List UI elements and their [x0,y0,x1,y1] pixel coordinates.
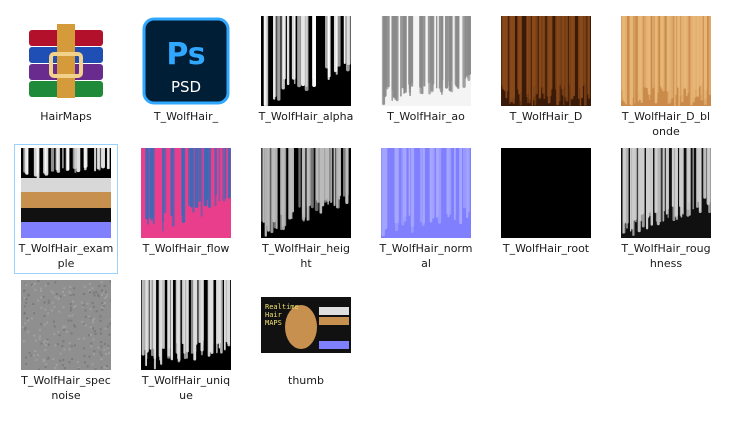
file-item[interactable]: T_WolfHair_specnoise [14,276,118,406]
winrar-icon [29,23,103,98]
file-name-line: hness [649,257,683,270]
band-root [21,207,111,222]
file-name-line: T_WolfHair_D_bl [621,110,711,123]
file-name-line: T_WolfHair_uniq [141,374,231,387]
file-item[interactable]: T_WolfHair_flow [134,144,238,259]
thumbnail-image [381,147,471,238]
file-name-line: noise [51,389,81,402]
file-name-line: ple [57,257,75,270]
file-name-line: ht [300,257,312,270]
file-thumbnail[interactable]: Realtime Hair MAPS [255,277,357,372]
thumbnail-image [381,15,471,106]
file-item[interactable]: T_WolfHair_alpha [254,12,358,127]
file-thumbnail[interactable] [15,277,117,372]
psd-subtext: PSD [171,78,201,96]
file-name-label: T_WolfHair_flow [135,241,237,256]
file-name-label: T_WolfHair_ [135,109,237,124]
photoshop-icon: Ps PSD [142,17,230,104]
file-name-label: T_WolfHair_normal [375,241,477,271]
thumbnail-image [141,147,231,238]
file-thumbnail[interactable] [495,13,597,108]
file-name-label: T_WolfHair_ao [375,109,477,124]
file-name-line: onde [652,125,680,138]
file-name-line: T_WolfHair_ [153,110,219,123]
ps-badge-text: Ps [166,37,205,72]
file-thumbnail[interactable] [255,145,357,240]
file-item[interactable]: T_WolfHair_normal [374,144,478,274]
thumbnail-image [261,147,351,238]
band-normal [21,221,111,238]
thumbnail-background [381,147,471,238]
file-name-label: T_WolfHair_example [15,241,117,271]
file-name-line: T_WolfHair_heig [262,242,350,255]
map-swatch [319,306,349,315]
file-thumbnail[interactable] [615,145,717,240]
file-thumbnail[interactable] [255,13,357,108]
file-name-line: al [421,257,431,270]
band-diffuse [21,191,111,208]
file-name-label: T_WolfHair_roughness [615,241,717,271]
band-ao [21,177,111,192]
thumbnail-image [501,147,591,238]
thumbnail-image [621,15,711,106]
file-name-label: T_WolfHair_height [255,241,357,271]
file-name-label: T_WolfHair_D_blonde [615,109,717,139]
thumb-caption: Realtime [265,303,299,311]
strap [57,23,75,98]
file-name-line: T_WolfHair_alpha [258,110,354,123]
file-item[interactable]: T_WolfHair_roughness [614,144,718,274]
file-thumbnail[interactable] [375,13,477,108]
file-thumbnail[interactable] [615,13,717,108]
file-name-line: ue [179,389,193,402]
file-grid: HairMaps Ps PSD T_WolfHair_ T_WolfHair_alpha… [0,0,745,425]
file-item[interactable]: T_WolfHair_example [14,144,118,274]
file-thumbnail[interactable] [495,145,597,240]
thumbnail-image [141,279,231,370]
thumbnail-image [261,15,351,106]
file-thumbnail[interactable] [15,145,117,240]
file-name-line: T_WolfHair_roug [621,242,711,255]
hair-preview [285,304,317,349]
map-swatch [319,316,349,325]
file-name-line: thumb [288,374,324,387]
thumbnail-image [21,279,111,370]
file-thumbnail[interactable] [135,277,237,372]
file-name-line: T_WolfHair_root [502,242,590,255]
file-item[interactable]: Realtime Hair MAPS thumb [254,276,358,391]
file-name-line: T_WolfHair_D [509,110,583,123]
file-name-label: thumb [255,373,357,388]
file-thumbnail[interactable] [135,145,237,240]
file-name-label: T_WolfHair_unique [135,373,237,403]
file-thumbnail[interactable] [375,145,477,240]
thumb-caption: MAPS [265,319,282,327]
file-item[interactable]: T_WolfHair_D [494,12,598,127]
map-swatch [319,340,349,349]
file-name-line: T_WolfHair_norm [379,242,473,255]
file-item[interactable]: Ps PSD T_WolfHair_ [134,12,238,127]
file-thumbnail[interactable] [15,13,117,108]
file-name-line: T_WolfHair_exam [18,242,114,255]
thumbnail-image [621,147,711,238]
thumbnail-image [501,15,591,106]
file-name-label: T_WolfHair_alpha [255,109,357,124]
file-item[interactable]: T_WolfHair_root [494,144,598,259]
file-name-label: T_WolfHair_D [495,109,597,124]
file-thumbnail[interactable]: Ps PSD [135,13,237,108]
file-name-line: T_WolfHair_spec [21,374,111,387]
file-name-line: T_WolfHair_flow [142,242,230,255]
file-item[interactable]: T_WolfHair_D_blonde [614,12,718,142]
file-name-label: HairMaps [15,109,117,124]
file-item[interactable]: HairMaps [14,12,118,127]
file-name-label: T_WolfHair_root [495,241,597,256]
thumbnail-image: RealtimeHairMAPS [261,296,351,353]
file-name-label: T_WolfHair_specnoise [15,373,117,403]
thumbnail-image [21,147,111,238]
file-item[interactable]: T_WolfHair_height [254,144,358,274]
thumb-caption: Hair [265,311,282,319]
file-item[interactable]: T_WolfHair_unique [134,276,238,406]
file-name-line: HairMaps [40,110,92,123]
file-name-line: T_WolfHair_ao [387,110,465,123]
file-item[interactable]: T_WolfHair_ao [374,12,478,127]
